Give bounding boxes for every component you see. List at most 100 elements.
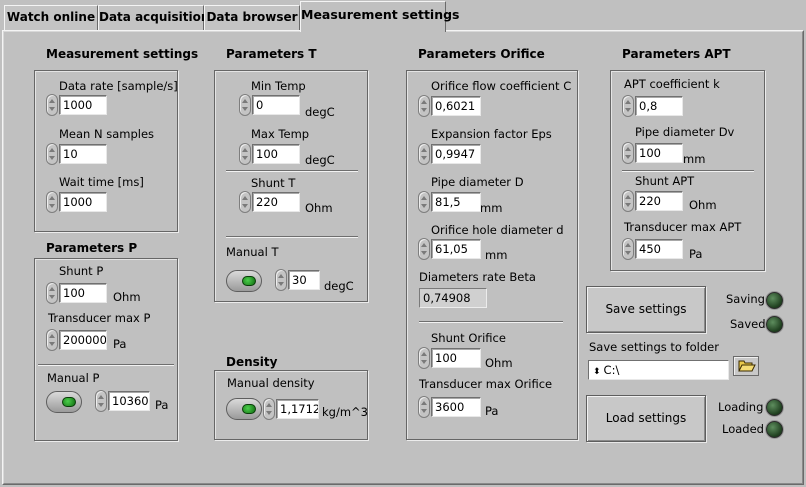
divider [226, 236, 358, 238]
manual-density-unit: kg/m^3 [322, 405, 368, 419]
transducer-max-p-spinner-icon[interactable] [46, 329, 58, 351]
wait-time-input[interactable]: 1000 [59, 192, 107, 212]
max-temp-label: Max Temp [251, 127, 310, 141]
manual-density-input[interactable]: 1,1712 [276, 399, 319, 419]
data-rate-spinner-icon[interactable] [46, 94, 58, 116]
min-temp-input[interactable]: 0 [252, 95, 300, 115]
transducer-max-p-input[interactable]: 200000 [59, 330, 107, 350]
mean-n-spinner-icon[interactable] [46, 143, 58, 165]
shunt-apt-spinner-icon[interactable] [622, 190, 634, 212]
wait-time-spinner-icon[interactable] [46, 191, 58, 213]
pipe-diameter-d-label: Pipe diameter D [431, 175, 524, 189]
pipe-diameter-dv-input[interactable]: 100 [635, 143, 683, 163]
manual-p-unit: Pa [155, 398, 169, 412]
shunt-t-label: Shunt T [251, 176, 296, 190]
parameters-apt-title: Parameters APT [622, 47, 731, 61]
manual-p-spinner-icon[interactable] [95, 390, 107, 412]
flow-coefficient-spinner-icon[interactable] [418, 95, 430, 117]
pipe-diameter-d-unit: mm [480, 201, 503, 215]
manual-density-label: Manual density [227, 376, 315, 390]
diameters-rate-beta-indicator: 0,74908 [419, 288, 487, 308]
manual-p-toggle[interactable] [46, 391, 82, 413]
expansion-factor-input[interactable]: 0,9947 [431, 144, 481, 164]
orifice-hole-diameter-unit: mm [485, 248, 508, 262]
manual-t-unit: degC [324, 279, 354, 293]
max-temp-spinner-icon[interactable] [239, 143, 251, 165]
transducer-max-apt-input[interactable]: 450 [635, 239, 683, 259]
apt-coefficient-spinner-icon[interactable] [622, 95, 634, 117]
manual-density-toggle[interactable] [226, 398, 262, 420]
shunt-orifice-label: Shunt Orifice [431, 331, 506, 345]
parameters-orifice-title: Parameters Orifice [418, 47, 545, 61]
shunt-p-label: Shunt P [59, 264, 104, 278]
path-icon: ⬍ [593, 367, 601, 377]
transducer-max-orifice-label: Transducer max Orifice [419, 377, 553, 391]
data-rate-input[interactable]: 1000 [59, 95, 107, 115]
min-temp-label: Min Temp [251, 79, 306, 93]
data-rate-label: Data rate [sample/s] [59, 79, 178, 93]
mean-n-input[interactable]: 10 [59, 144, 107, 164]
max-temp-input[interactable]: 100 [252, 144, 300, 164]
manual-t-spinner-icon[interactable] [275, 269, 287, 291]
transducer-max-apt-unit: Pa [689, 247, 703, 261]
measurement-settings-title: Measurement settings [46, 47, 199, 61]
parameters-p-title: Parameters P [46, 241, 138, 255]
shunt-t-input[interactable]: 220 [252, 192, 300, 212]
transducer-max-orifice-spinner-icon[interactable] [418, 396, 430, 418]
folder-open-icon [738, 360, 756, 372]
min-temp-unit: degC [305, 105, 335, 119]
manual-t-input[interactable]: 30 [288, 270, 320, 290]
transducer-max-orifice-unit: Pa [485, 404, 499, 418]
save-folder-label: Save settings to folder [589, 340, 719, 354]
max-temp-unit: degC [305, 153, 335, 167]
orifice-hole-diameter-input[interactable]: 61,05 [431, 239, 481, 259]
browse-folder-button[interactable] [733, 356, 759, 376]
shunt-p-spinner-icon[interactable] [46, 282, 58, 304]
shunt-orifice-input[interactable]: 100 [431, 348, 481, 368]
saving-indicator-icon [766, 292, 783, 309]
min-temp-spinner-icon[interactable] [239, 94, 251, 116]
flow-coefficient-input[interactable]: 0,6021 [431, 96, 481, 116]
divider [226, 170, 358, 172]
save-folder-path-value: C:\ [603, 363, 620, 377]
manual-t-toggle[interactable] [226, 270, 262, 292]
transducer-max-orifice-input[interactable]: 3600 [431, 397, 481, 417]
divider [622, 170, 754, 172]
pipe-diameter-d-spinner-icon[interactable] [418, 191, 430, 213]
shunt-apt-unit: Ohm [689, 198, 717, 212]
orifice-hole-diameter-spinner-icon[interactable] [418, 238, 430, 260]
manual-p-led-icon [62, 397, 76, 407]
transducer-max-apt-spinner-icon[interactable] [622, 238, 634, 260]
manual-p-input[interactable]: 103600 [108, 391, 150, 411]
expansion-factor-spinner-icon[interactable] [418, 143, 430, 165]
apt-coefficient-input[interactable]: 0,8 [635, 96, 683, 116]
shunt-p-input[interactable]: 100 [59, 283, 107, 303]
parameters-t-title: Parameters T [226, 47, 317, 61]
shunt-orifice-spinner-icon[interactable] [418, 347, 430, 369]
load-settings-button[interactable]: Load settings [586, 395, 706, 442]
save-settings-button[interactable]: Save settings [586, 286, 706, 333]
manual-t-led-icon [242, 276, 256, 286]
manual-t-label: Manual T [226, 245, 279, 259]
saved-indicator-icon [766, 316, 783, 333]
shunt-p-unit: Ohm [113, 290, 141, 304]
saved-label: Saved [730, 317, 766, 331]
shunt-apt-input[interactable]: 220 [635, 191, 683, 211]
loading-indicator-icon [766, 399, 783, 416]
pipe-diameter-dv-unit: mm [683, 152, 706, 166]
loaded-label: Loaded [722, 422, 764, 436]
transducer-max-apt-label: Transducer max APT [624, 220, 742, 234]
shunt-t-unit: Ohm [305, 201, 333, 215]
manual-p-label: Manual P [47, 371, 100, 385]
manual-density-spinner-icon[interactable] [263, 398, 275, 420]
pipe-diameter-dv-spinner-icon[interactable] [622, 142, 634, 164]
density-title: Density [226, 355, 278, 369]
save-folder-path-input[interactable]: ⬍ C:\ [588, 360, 729, 380]
divider [38, 364, 174, 366]
shunt-t-spinner-icon[interactable] [239, 191, 251, 213]
divider [419, 321, 563, 323]
pipe-diameter-d-input[interactable]: 81,5 [431, 192, 481, 212]
flow-coefficient-label: Orifice flow coefficient C [431, 79, 572, 93]
manual-density-led-icon [242, 404, 256, 414]
apt-coefficient-label: APT coefficient k [624, 77, 720, 91]
